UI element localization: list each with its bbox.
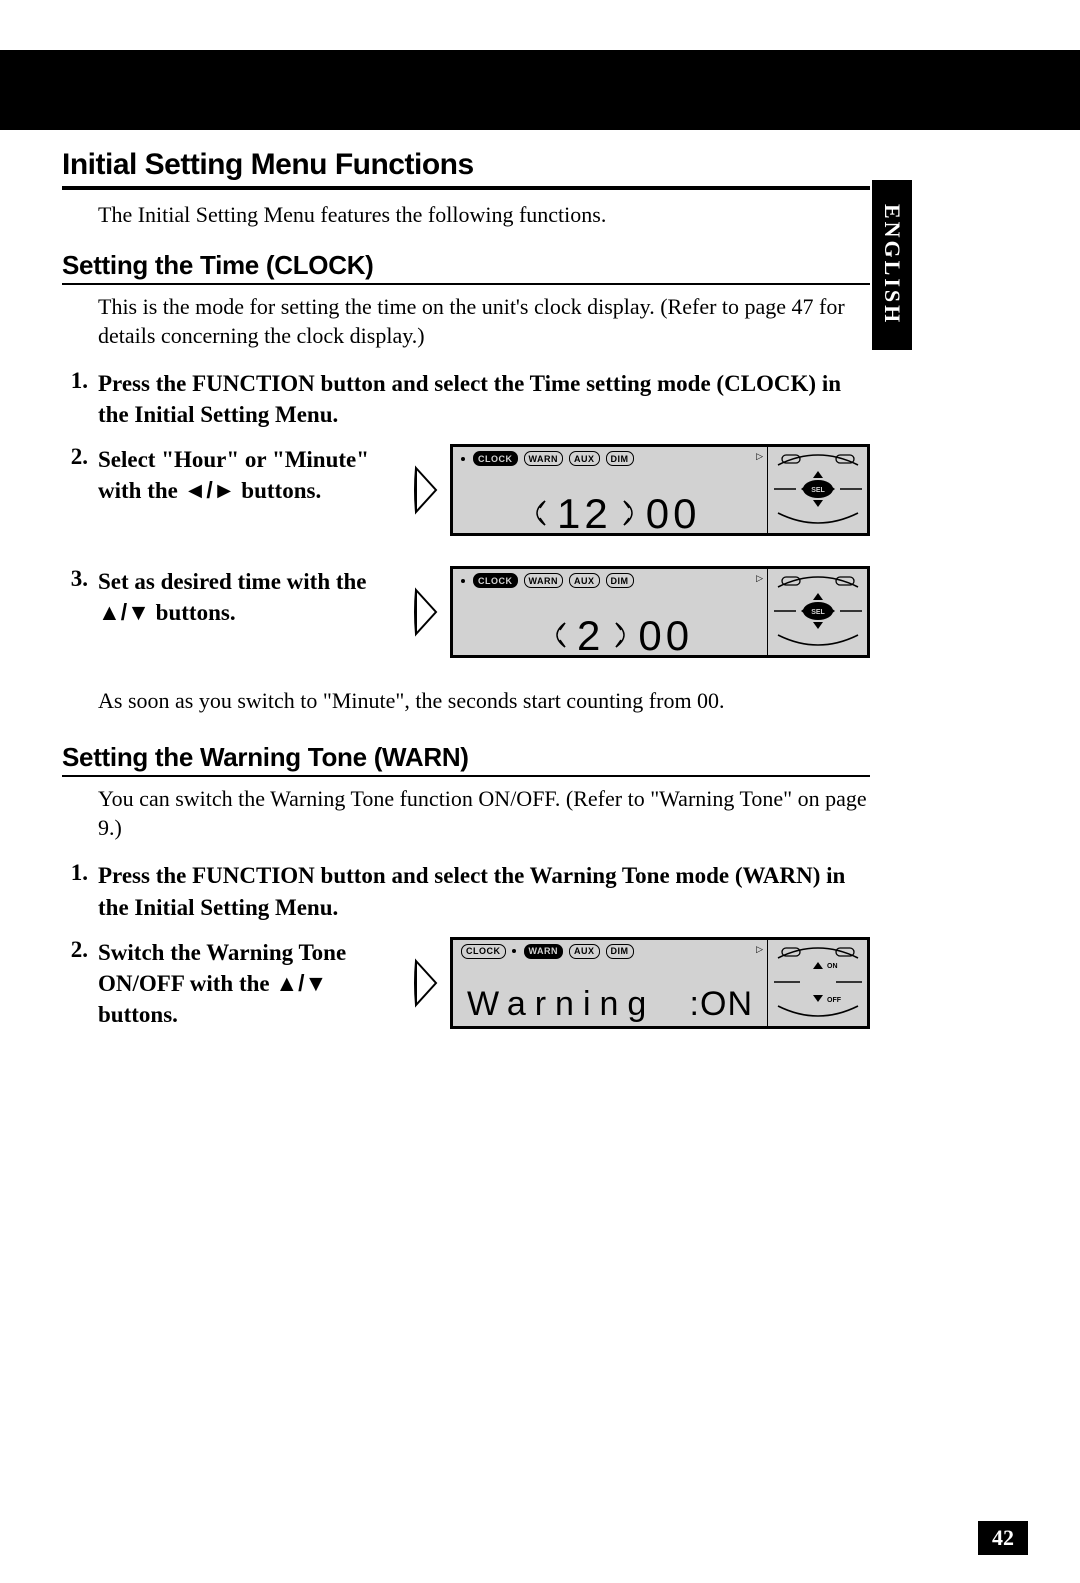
tab-warn: WARN <box>524 573 564 588</box>
tab-clock: CLOCK <box>461 944 506 959</box>
step-text: Set as desired time with the ▲/▼ buttons… <box>98 566 392 628</box>
nav-right-icon: ▷ <box>756 573 763 584</box>
section-heading-warn: Setting the Warning Tone (WARN) <box>62 742 870 777</box>
blink-right-icon <box>622 491 636 535</box>
step-text: Select "Hour" or "Minute" with the ◄/► b… <box>98 444 392 506</box>
svg-text:SEL: SEL <box>811 609 825 616</box>
tab-dim: DIM <box>606 451 634 466</box>
clock-step-1: 1. Press the FUNCTION button and select … <box>62 368 870 430</box>
blink-left-icon <box>553 613 567 657</box>
step-number: 2. <box>62 937 88 963</box>
lcd-figure-clock-2: CLOCK WARN AUX DIM ▷ 2 00 <box>412 566 870 658</box>
lcd-control-pad: ON OFF <box>767 940 867 1026</box>
clock-step-3-row: 3. Set as desired time with the ▲/▼ butt… <box>62 566 870 658</box>
lcd-figure-clock-1: CLOCK WARN AUX DIM ▷ 12 00 <box>412 444 870 536</box>
step-text: Press the FUNCTION button and select the… <box>98 368 870 430</box>
blink-left-icon <box>533 491 547 535</box>
indicator-dot-icon <box>461 457 465 461</box>
pointer-icon <box>412 586 440 638</box>
lcd-hour: 12 <box>557 493 612 535</box>
clock-description: This is the mode for setting the time on… <box>98 293 870 350</box>
step-text-part: buttons. <box>98 1002 178 1027</box>
lcd-minute: 00 <box>638 615 693 657</box>
step-number: 1. <box>62 860 88 886</box>
lcd-warning-label: Warning <box>467 985 655 1024</box>
tab-dim: DIM <box>606 944 634 959</box>
page-number: 42 <box>978 1521 1028 1555</box>
language-tab: ENGLISH <box>872 180 912 350</box>
tab-warn: WARN <box>524 944 564 959</box>
left-right-arrow-icon: ◄/► <box>184 475 236 506</box>
tab-warn: WARN <box>524 451 564 466</box>
clock-note: As soon as you switch to "Minute", the s… <box>98 688 870 714</box>
step-text-part: buttons. <box>150 600 236 625</box>
step-text-part: Set as desired time with the <box>98 569 367 594</box>
step-number: 1. <box>62 368 88 394</box>
blink-right-icon <box>614 613 628 657</box>
svg-text:OFF: OFF <box>827 997 842 1004</box>
pointer-icon <box>412 464 440 516</box>
clock-step-2-row: 2. Select "Hour" or "Minute" with the ◄/… <box>62 444 870 536</box>
tab-aux: AUX <box>569 573 600 588</box>
lcd-figure-warn: CLOCK WARN AUX DIM ▷ Warning :ON <box>412 937 870 1029</box>
svg-text:ON: ON <box>827 963 838 970</box>
up-down-arrow-icon: ▲/▼ <box>98 597 150 628</box>
lcd-minute: 00 <box>646 493 701 535</box>
step-number: 3. <box>62 566 88 592</box>
pointer-icon <box>412 957 440 1009</box>
section-heading-clock: Setting the Time (CLOCK) <box>62 250 870 285</box>
lcd-hour: 2 <box>577 615 604 657</box>
sel-label: SEL <box>811 487 825 494</box>
main-intro-text: The Initial Setting Menu features the fo… <box>98 202 870 228</box>
warn-step-1: 1. Press the FUNCTION button and select … <box>62 860 870 922</box>
lcd-warning-value: :ON <box>690 985 753 1024</box>
tab-dim: DIM <box>606 573 634 588</box>
step-number: 2. <box>62 444 88 470</box>
step-text-part: buttons. <box>236 478 322 503</box>
page-content: Initial Setting Menu Functions The Initi… <box>0 130 1080 1030</box>
lcd-control-pad: SEL <box>767 447 867 533</box>
tab-clock: CLOCK <box>473 451 518 466</box>
step-text: Switch the Warning Tone ON/OFF with the … <box>98 937 392 1030</box>
indicator-dot-icon <box>461 579 465 583</box>
lcd-control-pad: SEL <box>767 569 867 655</box>
tab-aux: AUX <box>569 451 600 466</box>
nav-right-icon: ▷ <box>756 451 763 462</box>
up-down-arrow-icon: ▲/▼ <box>275 968 327 999</box>
warn-step-2-row: 2. Switch the Warning Tone ON/OFF with t… <box>62 937 870 1030</box>
warn-description: You can switch the Warning Tone function… <box>98 785 870 842</box>
tab-aux: AUX <box>569 944 600 959</box>
tab-clock: CLOCK <box>473 573 518 588</box>
indicator-dot-icon <box>512 949 516 953</box>
header-black-bar <box>0 50 1080 130</box>
step-text: Press the FUNCTION button and select the… <box>98 860 870 922</box>
nav-right-icon: ▷ <box>756 944 763 955</box>
main-heading: Initial Setting Menu Functions <box>62 148 870 190</box>
